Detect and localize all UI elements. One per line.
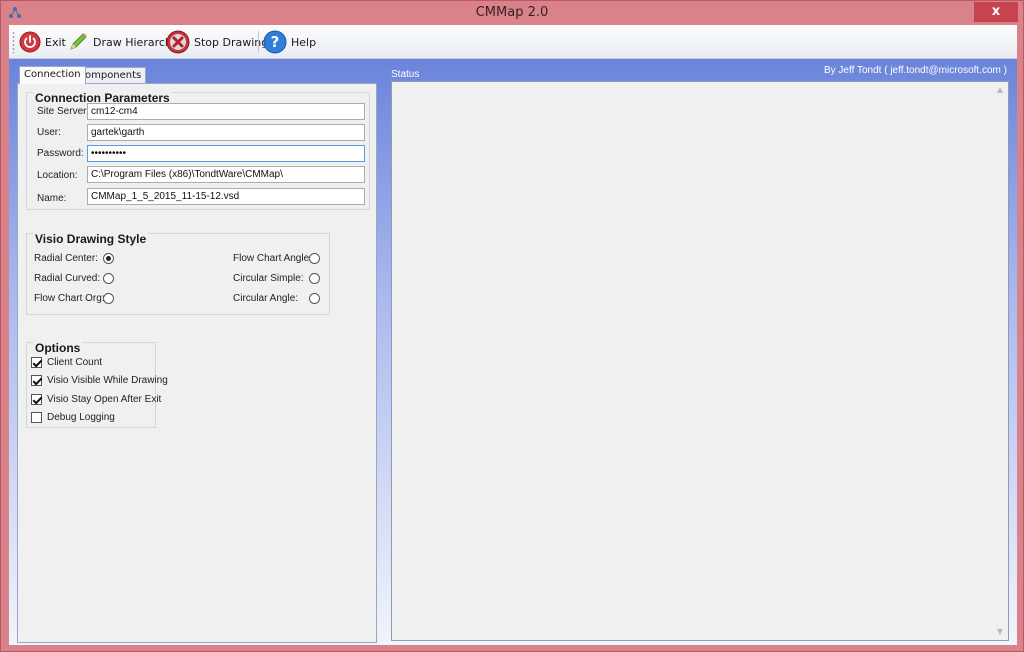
scroll-down-arrow-icon[interactable]: ▼ [995,627,1005,637]
pencil-icon [70,33,87,50]
status-label: Status [391,69,420,80]
status-textarea[interactable]: ▲ ▼ [391,81,1009,641]
radial-curved-label: Radial Curved: [34,273,101,284]
password-label: Password: [37,148,84,159]
user-input[interactable]: gartek\garth [87,124,365,141]
status-scrollbar[interactable]: ▲ ▼ [992,82,1008,640]
author-credit: By Jeff Tondt ( jeff.tondt@microsoft.com… [823,65,1007,76]
debug-logging-checkbox[interactable] [31,411,42,423]
site-server-input[interactable]: cm12-cm4 [87,103,365,120]
client-count-checkbox[interactable] [31,356,42,368]
client-area: Exit Draw Hierarchy Stop Drawing ? Help … [9,25,1017,645]
option-visio-stay-open[interactable]: Visio Stay Open After Exit [31,392,161,406]
password-input[interactable]: •••••••••• [87,145,365,162]
name-label: Name: [37,193,67,204]
debug-logging-label: Debug Logging [47,411,115,423]
stop-x-icon [166,30,190,54]
power-icon [19,31,41,53]
radio-circular-angle[interactable]: Circular Angle: [233,293,323,307]
help-question-icon: ? [263,30,287,54]
radial-center-radio[interactable] [103,253,114,264]
circular-angle-radio[interactable] [309,293,320,304]
scroll-up-arrow-icon[interactable]: ▲ [995,85,1005,95]
draw-hierarchy-button[interactable]: Draw Hierarchy [67,28,178,56]
site-server-label: Site Server: [37,106,90,117]
radial-center-label: Radial Center: [34,253,98,264]
window-title: CMMap 2.0 [475,5,549,20]
toolbar-grip-icon[interactable] [12,31,15,53]
toolbar-separator [258,31,259,53]
exit-label: Exit [45,35,66,49]
stop-drawing-button[interactable]: Stop Drawing [166,28,268,56]
options-title: Options [33,341,83,355]
name-input[interactable]: CMMap_1_5_2015_11-15-12.vsd [87,188,365,205]
flow-chart-angle-radio[interactable] [309,253,320,264]
visio-drawing-style-title: Visio Drawing Style [33,232,149,246]
help-button[interactable]: ? Help [263,28,316,56]
connection-tab-page: Connection Parameters Site Server: cm12-… [17,83,377,643]
radio-flow-chart-org[interactable]: Flow Chart Org: [34,293,124,307]
user-label: User: [37,127,61,138]
visio-stay-open-label: Visio Stay Open After Exit [47,393,162,405]
location-input[interactable]: C:\Program Files (x86)\TondtWare\CMMap\ [87,166,365,183]
option-debug-logging[interactable]: Debug Logging [31,410,115,424]
options-group: Options Client Count Visio Visible While… [26,341,168,428]
circular-simple-label: Circular Simple: [233,273,304,284]
close-button[interactable]: x [974,2,1018,22]
circular-simple-radio[interactable] [309,273,320,284]
option-client-count[interactable]: Client Count [31,355,102,369]
radio-radial-curved[interactable]: Radial Curved: [34,273,124,287]
help-label: Help [291,35,317,49]
close-icon: x [991,4,1001,19]
settings-panel: Connection Components Connection Paramet… [17,66,377,643]
main-area: Connection Components Connection Paramet… [9,59,1017,645]
radio-flow-chart-angle[interactable]: Flow Chart Angle: [233,253,323,267]
circular-angle-label: Circular Angle: [233,293,299,304]
radio-circular-simple[interactable]: Circular Simple: [233,273,323,287]
visio-stay-open-checkbox[interactable] [31,393,42,405]
visio-drawing-style-group: Visio Drawing Style Radial Center: Radia… [26,232,330,315]
radio-radial-center[interactable]: Radial Center: [34,253,124,267]
title-bar[interactable]: CMMap 2.0 x [1,1,1023,25]
flow-chart-org-label: Flow Chart Org: [34,293,105,304]
flow-chart-org-radio[interactable] [103,293,114,304]
visio-visible-label: Visio Visible While Drawing [47,374,168,386]
radial-curved-radio[interactable] [103,273,114,284]
app-window: CMMap 2.0 x Exit Draw Hierarchy Stop Dra… [0,0,1024,652]
exit-button[interactable]: Exit [19,28,66,56]
toolbar: Exit Draw Hierarchy Stop Drawing ? Help [9,25,1017,59]
svg-text:?: ? [271,33,280,51]
client-count-label: Client Count [47,356,103,368]
option-visio-visible[interactable]: Visio Visible While Drawing [31,373,168,387]
tab-connection[interactable]: Connection [19,66,86,84]
flow-chart-angle-label: Flow Chart Angle: [233,253,312,264]
connection-parameters-group: Connection Parameters Site Server: cm12-… [26,91,370,210]
visio-visible-checkbox[interactable] [31,374,42,386]
location-label: Location: [37,170,78,181]
